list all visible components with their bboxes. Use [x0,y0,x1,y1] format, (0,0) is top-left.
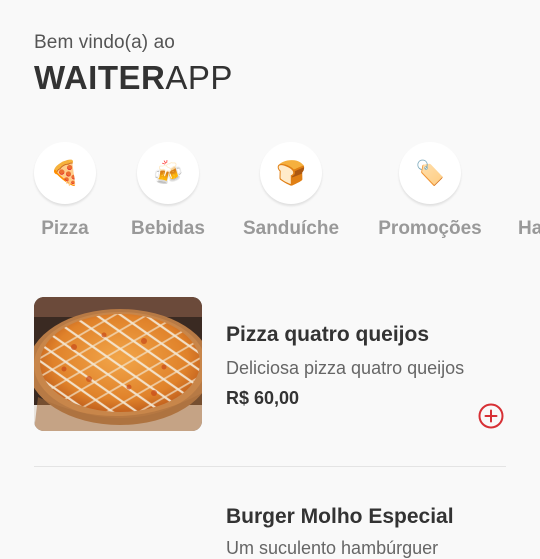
category-label: Sanduíche [242,218,340,239]
category-icon-circle: 🍞 [260,142,322,204]
category-label: Promoções [378,218,482,239]
product-item[interactable]: Pizza quatro queijos Deliciosa pizza qua… [34,297,506,437]
category-promocoes[interactable]: 🏷️ Promoções [370,142,490,240]
sandwich-icon: 🍞 [276,159,306,187]
category-label: Pizza [41,218,89,239]
pizza-image [34,297,202,431]
add-to-order-button[interactable] [478,403,504,429]
product-divider [34,466,506,467]
product-description: Um suculento hambúrguer [226,538,439,558]
product-name: Pizza quatro queijos [226,323,430,346]
app-logo: WAITERAPP [34,58,233,98]
product-name: Burger Molho Especial [226,505,454,528]
category-icon-circle: 🍻 [137,142,199,204]
product-item[interactable]: Burger Molho Especial Um suculento hambú… [34,480,506,558]
plus-circle-icon [478,403,504,429]
brand-bold: WAITER [34,59,166,96]
brand-light: APP [165,59,233,96]
product-price: R$ 60,00 [226,388,300,408]
category-icon-circle: 🏷️ [399,142,461,204]
pizza-slice-icon: 🍕 [50,159,80,187]
category-label: Ha [518,218,540,239]
category-icon-circle: 🍕 [34,142,96,204]
product-description: Deliciosa pizza quatro queijos [226,358,465,378]
category-partial[interactable]: Ha [518,142,540,240]
category-sanduiche[interactable]: 🍞 Sanduíche [236,142,346,240]
category-bebidas[interactable]: 🍻 Bebidas [120,142,216,240]
greeting-text: Bem vindo(a) ao [34,32,175,53]
category-label: Bebidas [131,218,205,239]
category-pizza[interactable]: 🍕 Pizza [33,142,97,240]
beer-mugs-icon: 🍻 [153,159,183,187]
category-list: 🍕 Pizza 🍻 Bebidas 🍞 Sanduíche 🏷️ Promoçõ… [0,142,540,252]
price-tag-icon: 🏷️ [415,159,445,187]
header: Bem vindo(a) ao WAITERAPP [34,30,233,98]
